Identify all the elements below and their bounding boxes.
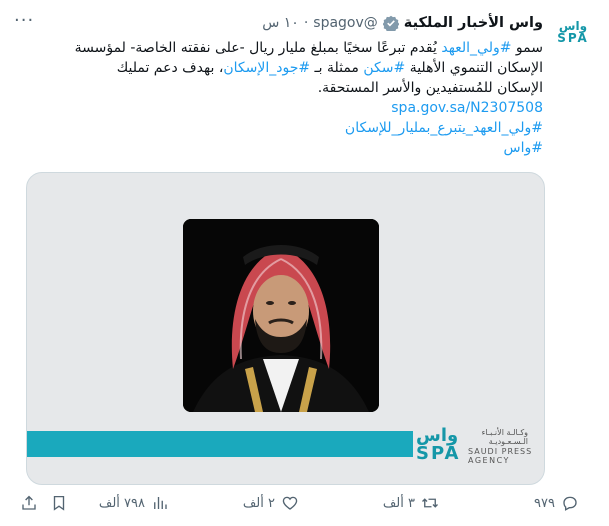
bookmark-button[interactable] bbox=[50, 494, 68, 512]
tweet-text-segment: يُقدم تبرعًا سخيًا بمبلغ مليار ريال -على… bbox=[74, 40, 442, 56]
spa-logo-arabic-name-line2: الـسـعـوديـة bbox=[488, 437, 528, 446]
tweet-link[interactable]: #ولي_العهد_يتبرع_بمليار_للإسكان bbox=[345, 120, 543, 136]
tweet-link[interactable]: #جود_الإسكان bbox=[223, 60, 310, 76]
tweet-text-segment: سمو bbox=[511, 40, 543, 56]
views-button[interactable]: ٧٩٨ ألف bbox=[99, 494, 169, 512]
tweet-link[interactable]: #واس bbox=[504, 140, 543, 156]
avatar[interactable]: واس SPA bbox=[553, 12, 593, 52]
spa-logo-arabic-name: وكـالـة الأنـبـاء الـسـعـوديـة bbox=[468, 428, 528, 446]
verified-badge-icon[interactable] bbox=[382, 15, 399, 31]
tweet-link[interactable]: #ولي_العهد bbox=[441, 40, 511, 56]
action-bar: ٩٧٩ ٣ ألف ٢ ألف ٧٩٨ ألف bbox=[20, 494, 589, 516]
repost-icon bbox=[422, 498, 438, 508]
tweet-text-segment: ، بهدف دعم تمليك bbox=[116, 60, 224, 76]
reply-count: ٩٧٩ bbox=[534, 495, 555, 511]
reply-icon bbox=[563, 496, 577, 511]
tweet-text-line: الإسكان للمُستفيدين والأسر المستحقة. bbox=[16, 78, 543, 98]
spa-logo: واس SPA وكـالـة الأنـبـاء الـسـعـوديـة S… bbox=[414, 423, 544, 469]
spa-logo-english-line2: AGENCY bbox=[468, 456, 510, 465]
media-image[interactable]: واس SPA وكـالـة الأنـبـاء الـسـعـوديـة S… bbox=[26, 172, 545, 485]
tweet-text-segment: الإسكان للمُستفيدين والأسر المستحقة. bbox=[317, 80, 543, 96]
spa-logo-arabic-name-line1: وكـالـة الأنـبـاء bbox=[481, 428, 528, 437]
tweet-text-segment: الإسكان التنموي الأهلية bbox=[405, 60, 543, 76]
like-count: ٢ ألف bbox=[242, 495, 275, 511]
tweet-text-line: spa.gov.sa/N2307508 bbox=[16, 98, 543, 118]
spa-logo-latin: SPA bbox=[416, 443, 461, 464]
tweet-text: سمو #ولي_العهد يُقدم تبرعًا سخيًا بمبلغ … bbox=[16, 38, 543, 158]
avatar-logo-latin: SPA bbox=[557, 31, 589, 45]
heart-icon bbox=[282, 496, 298, 510]
spa-logo-english-line1: SAUDI PRESS bbox=[468, 447, 533, 456]
views-chart-icon bbox=[154, 497, 167, 509]
more-options-icon[interactable]: ··· bbox=[14, 10, 34, 31]
portrait-illustration bbox=[183, 219, 379, 412]
tweet-text-line: #واس bbox=[16, 138, 543, 158]
tweet-time[interactable]: ١٠ س bbox=[262, 15, 299, 31]
tweet-link[interactable]: spa.gov.sa/N2307508 bbox=[391, 100, 543, 116]
teal-pattern-band bbox=[27, 431, 413, 457]
account-handle[interactable]: @spagov bbox=[313, 15, 378, 31]
tweet-text-line: الإسكان التنموي الأهلية #سكن ممثلة بـ #ج… bbox=[16, 58, 543, 78]
reply-button[interactable]: ٩٧٩ bbox=[534, 494, 579, 512]
tweet-text-segment: ممثلة بـ bbox=[310, 60, 364, 76]
tweet-link[interactable]: #سكن bbox=[363, 60, 405, 76]
portrait-photo bbox=[183, 219, 379, 412]
tweet-header: واس الأخبار الملكية @spagov · ١٠ س bbox=[262, 12, 543, 34]
share-button[interactable] bbox=[20, 494, 38, 512]
repost-button[interactable]: ٣ ألف bbox=[383, 494, 439, 512]
tweet-text-line: سمو #ولي_العهد يُقدم تبرعًا سخيًا بمبلغ … bbox=[16, 38, 543, 58]
repost-count: ٣ ألف bbox=[382, 495, 415, 511]
tweet-text-line: #ولي_العهد_يتبرع_بمليار_للإسكان bbox=[16, 118, 543, 138]
header-separator: · bbox=[303, 15, 309, 31]
account-name[interactable]: واس الأخبار الملكية bbox=[404, 15, 543, 31]
share-icon bbox=[22, 495, 36, 510]
views-count: ٧٩٨ ألف bbox=[98, 495, 145, 511]
like-button[interactable]: ٢ ألف bbox=[243, 494, 299, 512]
bookmark-icon bbox=[53, 495, 65, 511]
